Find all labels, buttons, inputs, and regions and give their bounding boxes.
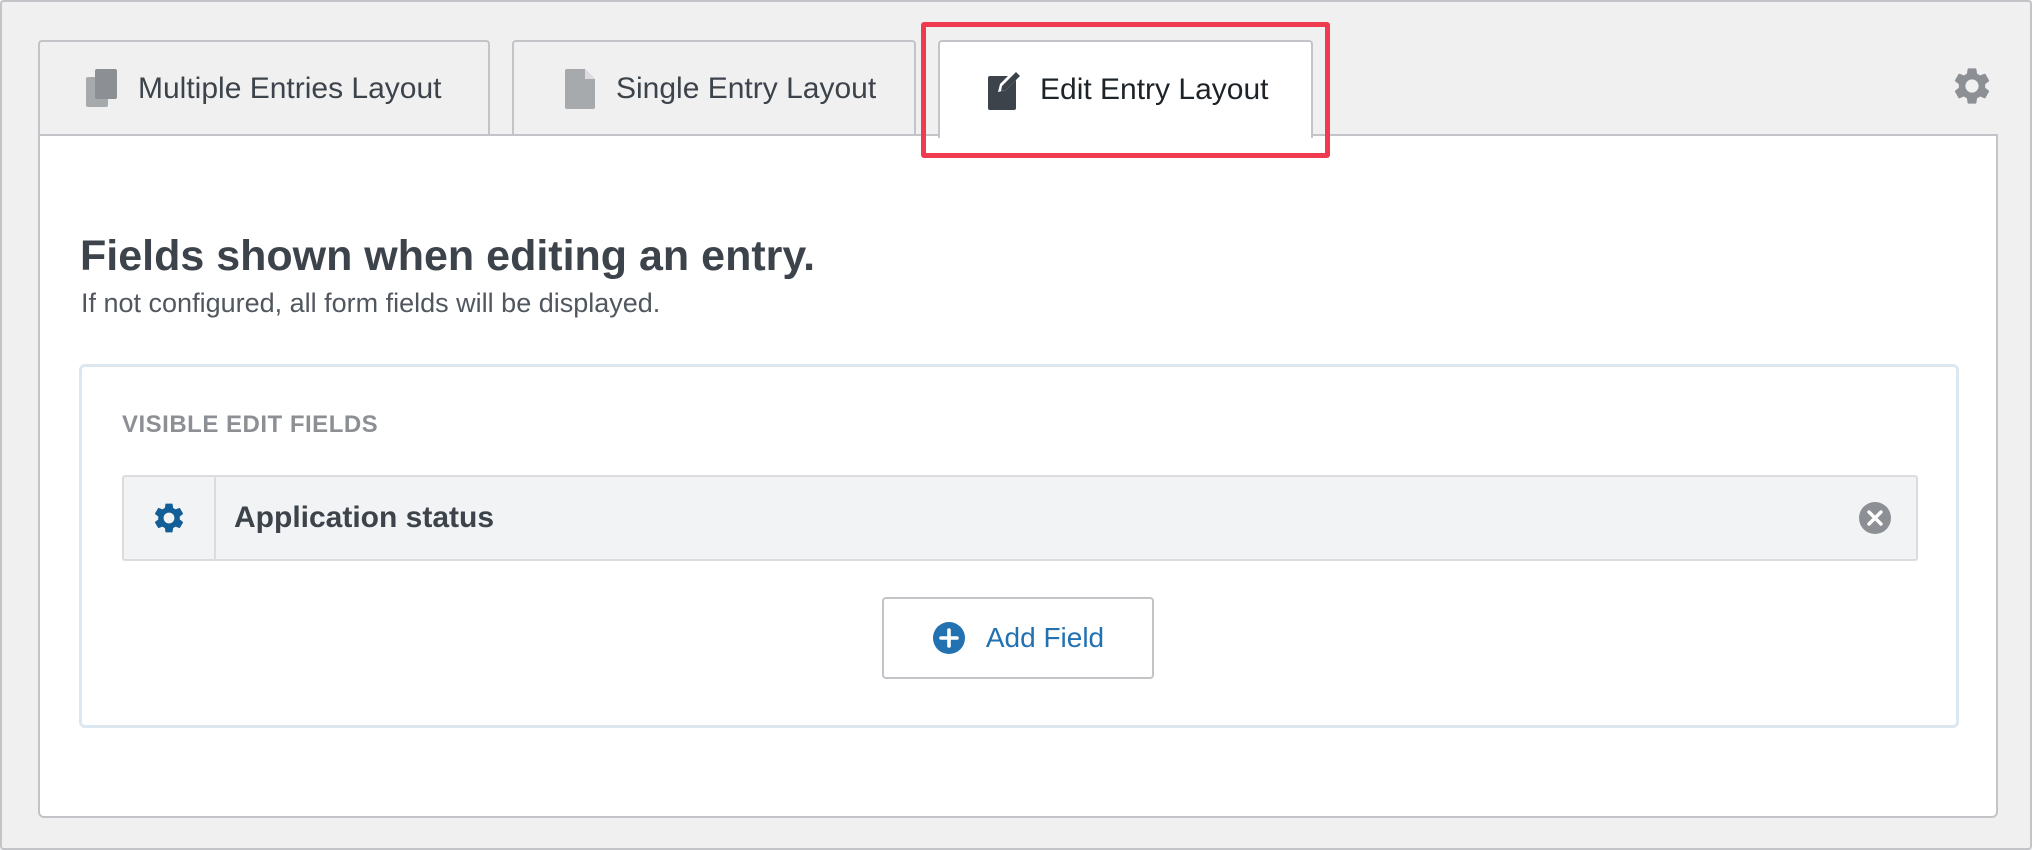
visible-edit-fields-box: VISIBLE EDIT FIELDS Application status A…: [79, 364, 1959, 728]
remove-field-icon[interactable]: [1858, 501, 1892, 535]
tab-label: Edit Entry Layout: [1040, 73, 1269, 106]
gear-icon: [154, 503, 184, 533]
field-label: Application status: [234, 501, 495, 534]
tab-label: Single Entry Layout: [616, 72, 877, 105]
document-icon: [565, 69, 595, 109]
layout-tabs: Multiple Entries Layout Single Entry Lay…: [2, 2, 2030, 138]
tab-label: Multiple Entries Layout: [138, 72, 442, 105]
plus-circle-icon: [932, 622, 965, 654]
add-field-label: Add Field: [985, 622, 1105, 653]
gear-icon[interactable]: [1950, 64, 1994, 108]
edit-entry-panel: Fields shown when editing an entry. If n…: [38, 134, 1998, 818]
field-row[interactable]: Application status: [122, 475, 1918, 561]
section-label: VISIBLE EDIT FIELDS: [122, 411, 379, 438]
panel-subtitle: If not configured, all form fields will …: [81, 288, 661, 318]
add-field-button[interactable]: Add Field: [882, 597, 1154, 679]
panel-title: Fields shown when editing an entry.: [80, 232, 816, 280]
tab-single-entry-layout[interactable]: Single Entry Layout: [512, 40, 916, 136]
tab-edit-entry-layout[interactable]: Edit Entry Layout: [938, 40, 1313, 138]
documents-icon: [86, 69, 117, 107]
edit-document-icon: [988, 72, 1020, 110]
field-settings-button[interactable]: [124, 477, 216, 559]
tab-multiple-entries-layout[interactable]: Multiple Entries Layout: [38, 40, 490, 136]
